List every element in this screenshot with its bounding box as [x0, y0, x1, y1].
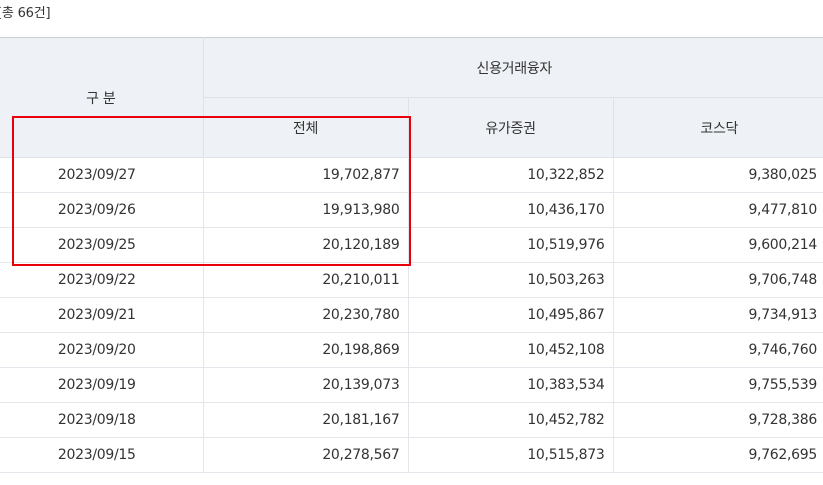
row-kospi: 10,515,873 — [408, 437, 614, 473]
row-total: 19,702,877 — [203, 157, 409, 193]
row-kospi: 10,322,852 — [408, 157, 614, 193]
row-total: 20,230,780 — [203, 297, 409, 333]
row-total: 20,139,073 — [203, 367, 409, 403]
row-date: 2023/09/26 — [0, 192, 204, 228]
header-kosdaq: 코스닥 — [613, 97, 823, 158]
header-credit-loan-group: 신용거래융자 — [203, 37, 823, 98]
table-row: 2023/09/27 19,702,877 10,322,852 9,380,0… — [0, 157, 823, 193]
table-row: 2023/09/20 20,198,869 10,452,108 9,746,7… — [0, 332, 823, 368]
row-total: 19,913,980 — [203, 192, 409, 228]
table-row: 2023/09/18 20,181,167 10,452,782 9,728,3… — [0, 402, 823, 438]
row-kosdaq: 9,734,913 — [613, 297, 823, 333]
row-total: 20,210,011 — [203, 262, 409, 298]
row-kospi: 10,503,263 — [408, 262, 614, 298]
total-count-label: [총 66건] — [0, 6, 51, 21]
table-header: 구 분 신용거래융자 전체 유가증권 코스닥 — [0, 37, 823, 158]
row-kosdaq: 9,762,695 — [613, 437, 823, 473]
row-total: 20,278,567 — [203, 437, 409, 473]
row-kosdaq: 9,755,539 — [613, 367, 823, 403]
row-kosdaq: 9,477,810 — [613, 192, 823, 228]
header-category: 구 분 — [0, 37, 204, 158]
row-kospi: 10,495,867 — [408, 297, 614, 333]
row-kosdaq: 9,706,748 — [613, 262, 823, 298]
table-row: 2023/09/22 20,210,011 10,503,263 9,706,7… — [0, 262, 823, 298]
row-date: 2023/09/27 — [0, 157, 204, 193]
row-kosdaq: 9,728,386 — [613, 402, 823, 438]
row-date: 2023/09/18 — [0, 402, 204, 438]
row-date: 2023/09/25 — [0, 227, 204, 263]
header-total: 전체 — [203, 97, 409, 158]
row-date: 2023/09/20 — [0, 332, 204, 368]
header-kospi: 유가증권 — [408, 97, 614, 158]
row-date: 2023/09/19 — [0, 367, 204, 403]
row-kosdaq: 9,746,760 — [613, 332, 823, 368]
row-date: 2023/09/15 — [0, 437, 204, 473]
table-row: 2023/09/26 19,913,980 10,436,170 9,477,8… — [0, 192, 823, 228]
table-row: 2023/09/15 20,278,567 10,515,873 9,762,6… — [0, 437, 823, 473]
row-kospi: 10,452,782 — [408, 402, 614, 438]
table-row: 2023/09/19 20,139,073 10,383,534 9,755,5… — [0, 367, 823, 403]
row-kospi: 10,383,534 — [408, 367, 614, 403]
row-kosdaq: 9,600,214 — [613, 227, 823, 263]
row-date: 2023/09/22 — [0, 262, 204, 298]
header-row-group: 구 분 신용거래융자 — [0, 37, 823, 158]
row-date: 2023/09/21 — [0, 297, 204, 333]
row-total: 20,120,189 — [203, 227, 409, 263]
table-row: 2023/09/25 20,120,189 10,519,976 9,600,2… — [0, 227, 823, 263]
table-row: 2023/09/21 20,230,780 10,495,867 9,734,9… — [0, 297, 823, 333]
row-total: 20,198,869 — [203, 332, 409, 368]
row-kospi: 10,452,108 — [408, 332, 614, 368]
row-kospi: 10,519,976 — [408, 227, 614, 263]
row-kosdaq: 9,380,025 — [613, 157, 823, 193]
credit-loan-table: 구 분 신용거래융자 전체 유가증권 코스닥 2023/09/27 19,702… — [0, 37, 823, 473]
table-body: 2023/09/27 19,702,877 10,322,852 9,380,0… — [0, 157, 823, 473]
row-total: 20,181,167 — [203, 402, 409, 438]
credit-loan-table-container: 구 분 신용거래융자 전체 유가증권 코스닥 2023/09/27 19,702… — [0, 37, 823, 485]
row-kospi: 10,436,170 — [408, 192, 614, 228]
